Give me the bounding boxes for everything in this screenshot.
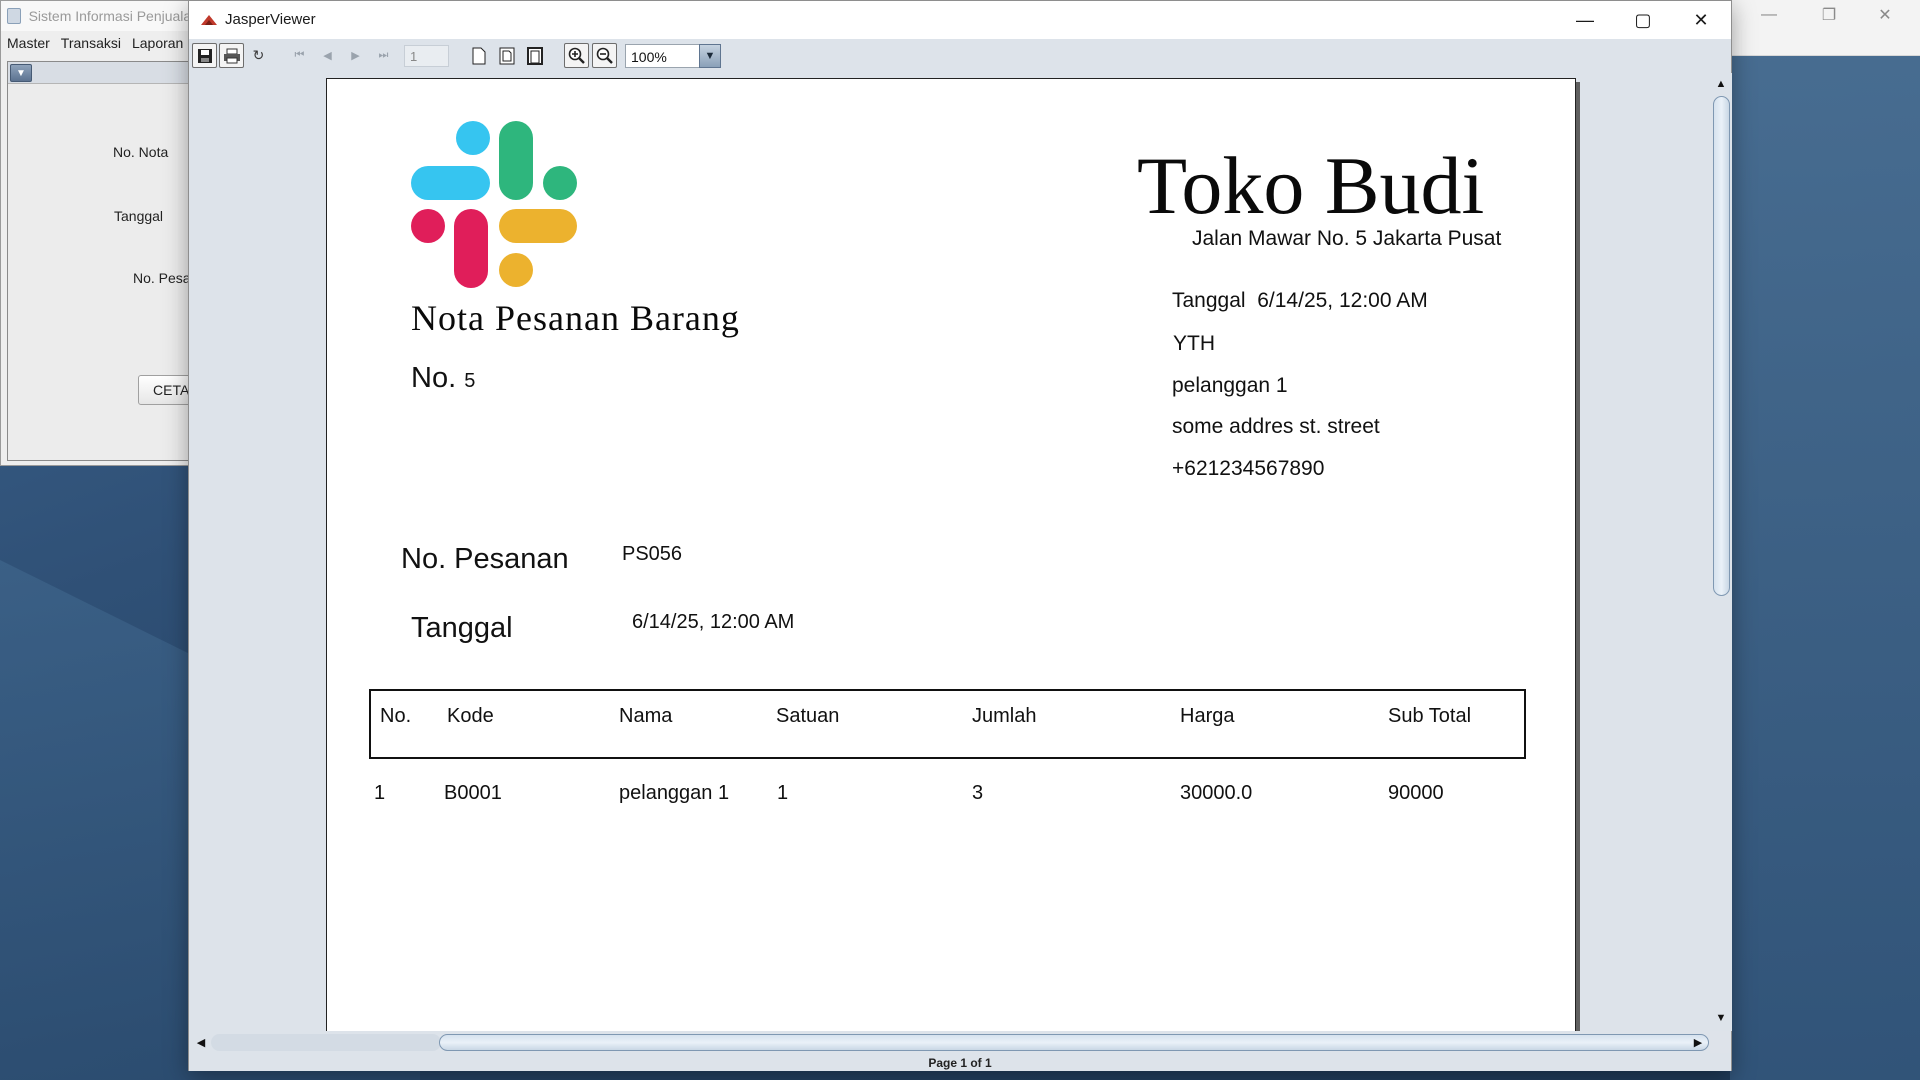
column-header-harga: Harga [1180,705,1235,727]
no-label: No. [411,362,457,394]
sales-app-menubar: Master Transaksi Laporan [1,31,199,55]
actual-size-icon[interactable] [466,43,491,68]
table-cell-kode: B0001 [444,782,502,804]
horizontal-scrollbar[interactable]: ◀ ▶ [189,1031,1710,1053]
store-name: Toko Budi [1137,140,1485,231]
scroll-down-icon[interactable]: ▼ [1710,1009,1732,1027]
scroll-up-icon[interactable]: ▲ [1710,75,1732,93]
zoom-in-icon[interactable] [564,43,589,68]
fit-width-icon[interactable] [522,43,547,68]
logo-piece [499,253,533,287]
logo-piece [499,121,533,200]
table-cell-no: 1 [374,782,386,804]
menu-transaksi[interactable]: Transaksi [55,35,126,51]
nota-number-label: No. 5 [411,362,475,395]
tanggal-label: Tanggal [114,208,164,224]
minimize-icon[interactable]: — [1740,0,1798,30]
logo-piece [499,209,577,243]
company-logo [411,121,581,291]
jasper-viewer-title: JasperViewer [225,11,316,28]
fit-page-icon[interactable] [494,43,519,68]
java-app-icon [7,8,21,24]
table-cell-nama: pelanggan 1 [619,782,730,804]
next-page-icon[interactable]: ▶ [343,43,368,68]
table-cell-sub-total: 90000 [1388,782,1444,804]
reload-icon[interactable]: ↻ [246,43,271,68]
nota-date-value: 6/14/25, 12:00 AM [1257,289,1428,312]
column-header-satuan: Satuan [776,705,840,727]
jasper-viewer-titlebar: JasperViewer — ▢ ✕ [189,1,1731,39]
desktop-wallpaper-shape [1730,50,1920,1080]
horizontal-scroll-track[interactable] [211,1034,441,1051]
print-icon[interactable] [219,43,244,68]
column-header-no: No. [380,705,412,727]
zoom-out-icon[interactable] [592,43,617,68]
sales-app-title: Sistem Informasi Penjualan [28,8,199,24]
jasper-logo-icon [201,15,217,25]
first-page-icon[interactable]: ⏮ [287,43,312,68]
last-page-icon[interactable]: ⏭ [371,43,396,68]
nota-date: Tanggal 6/14/25, 12:00 AM [1172,289,1428,313]
restore-icon[interactable]: ❐ [1800,0,1858,30]
yth-label: YTH [1173,332,1215,355]
logo-piece [454,209,488,288]
logo-piece [411,209,445,243]
logo-piece [543,166,577,200]
report-viewport[interactable]: Nota Pesanan Barang No. 5 Toko Budi Jala… [189,73,1710,1031]
previous-page-icon[interactable]: ◀ [315,43,340,68]
order-number-label: No. Pesanan [401,543,569,575]
vertical-scroll-thumb[interactable] [1713,96,1730,596]
page-status: Page 1 of 1 [189,1053,1731,1071]
vertical-scrollbar[interactable]: ▲ ▼ [1710,73,1732,1031]
menu-master[interactable]: Master [1,35,55,51]
internal-frame: ▼ No. Nota Tanggal No. Pesanan CETAK [7,61,218,461]
frame-menu-dropdown-icon[interactable]: ▼ [10,64,32,82]
store-address: Jalan Mawar No. 5 Jakarta Pusat [1192,227,1502,250]
zoom-select[interactable]: 100% [625,44,701,68]
horizontal-scroll-thumb[interactable] [439,1034,1709,1051]
zoom-dropdown-icon[interactable]: ▼ [699,44,721,68]
report-title: Nota Pesanan Barang [411,298,740,338]
sales-app-titlebar: Sistem Informasi Penjualan [1,1,199,31]
close-icon[interactable]: ✕ [1672,1,1730,39]
minimize-icon[interactable]: — [1556,1,1614,39]
nota-date-label: Tanggal [1172,289,1246,312]
column-header-jumlah: Jumlah [972,705,1037,727]
column-header-sub-total: Sub Total [1388,705,1472,727]
scroll-left-icon[interactable]: ◀ [191,1031,211,1053]
column-header-nama: Nama [619,705,673,727]
table-cell-harga: 30000.0 [1180,782,1253,804]
maximize-icon[interactable]: ▢ [1614,1,1672,39]
column-header-kode: Kode [447,705,494,727]
items-table-header [369,689,1526,759]
menu-laporan[interactable]: Laporan [126,35,188,51]
logo-piece [411,166,490,200]
order-date-value: 6/14/25, 12:00 AM [632,611,795,633]
customer-name: pelanggan 1 [1172,374,1288,397]
table-cell-satuan: 1 [777,782,789,804]
sales-app-window: Sistem Informasi Penjualan Master Transa… [0,0,218,466]
order-number-value: PS056 [622,543,683,565]
table-cell-jumlah: 3 [972,782,984,804]
internal-frame-titlebar: ▼ [8,62,200,84]
close-icon[interactable]: ✕ [1856,0,1914,30]
save-icon[interactable] [192,43,217,68]
customer-address: some addres st. street [1172,415,1380,438]
scroll-right-icon[interactable]: ▶ [1688,1031,1708,1053]
jasper-viewer-window: JasperViewer — ▢ ✕ ↻ ⏮ ◀ ▶ ⏭ 1 100% ▼ No… [188,0,1732,1071]
viewer-toolbar: ↻ ⏮ ◀ ▶ ⏭ 1 100% ▼ [189,39,1731,73]
customer-phone: +621234567890 [1172,457,1325,480]
logo-piece [456,121,490,155]
order-date-label: Tanggal [411,612,513,644]
page-number-input[interactable]: 1 [404,45,449,67]
report-page: Nota Pesanan Barang No. 5 Toko Budi Jala… [326,78,1576,1031]
no-value: 5 [464,370,476,392]
no-nota-label: No. Nota [113,144,169,160]
